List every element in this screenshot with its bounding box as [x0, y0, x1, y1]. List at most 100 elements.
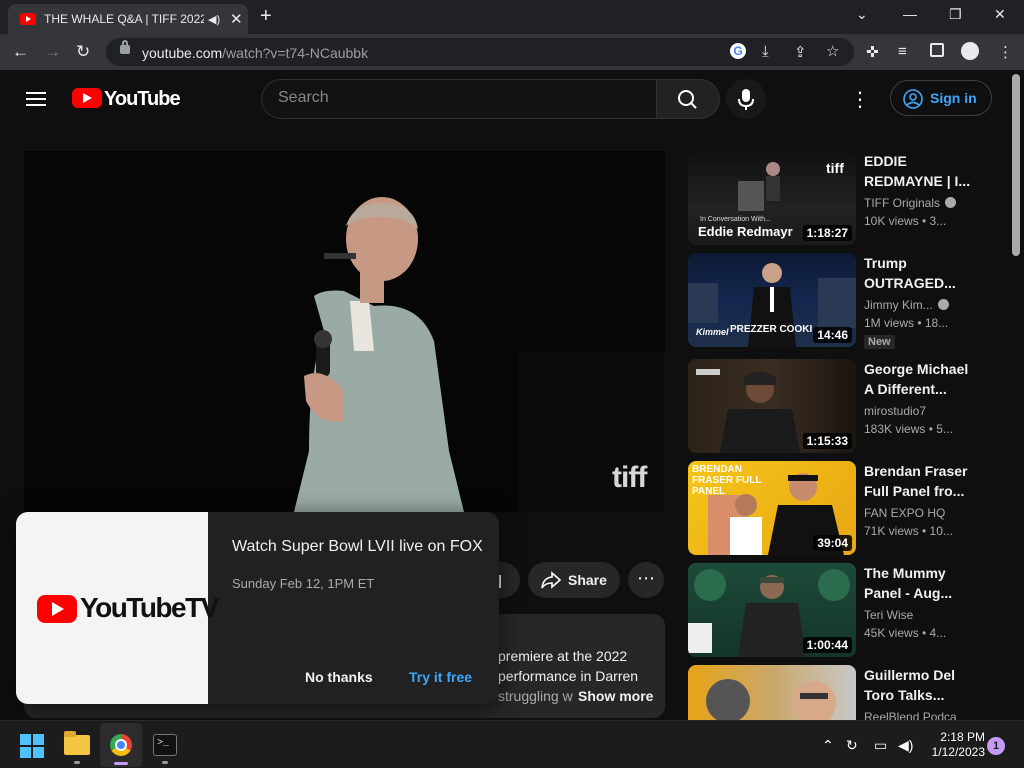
video-thumbnail[interactable]: 1:00:44 [688, 563, 856, 657]
search-input[interactable] [278, 89, 638, 107]
minimize-button[interactable]: — [903, 6, 917, 22]
sign-in-button[interactable]: Sign in [890, 80, 992, 116]
channel-name[interactable]: mirostudio7 [864, 404, 926, 418]
bookmark-star-icon[interactable]: ☆ [826, 42, 839, 60]
youtube-favicon-icon [20, 13, 36, 25]
video-thumbnail[interactable] [688, 665, 856, 720]
recommendation-item[interactable]: tiff In Conversation With... Eddie Redma… [688, 151, 1008, 245]
back-button[interactable]: ← [12, 42, 29, 62]
search-box[interactable] [261, 79, 657, 119]
media-control-icon[interactable]: ≡ [898, 43, 907, 60]
lock-icon[interactable] [120, 40, 130, 54]
channel-name-text: Jimmy Kim... [864, 298, 933, 312]
video-thumbnail[interactable]: BRENDAN FRASER FULL PANEL 39:04 [688, 461, 856, 555]
no-thanks-button[interactable]: No thanks [305, 669, 373, 685]
volume-icon[interactable]: ◀) [898, 737, 913, 754]
tab-search-icon[interactable]: ⌄ [856, 6, 868, 23]
channel-name[interactable]: Teri Wise [864, 608, 913, 622]
forward-button[interactable]: → [44, 42, 61, 62]
video-meta: 71K views • 10... [864, 524, 953, 538]
video-duration: 1:00:44 [802, 637, 852, 653]
close-window-button[interactable]: ✕ [994, 6, 1006, 23]
video-player[interactable]: tiff [24, 151, 665, 512]
video-title[interactable]: Guillermo Del Toro Talks... [864, 665, 974, 705]
video-title[interactable]: George Michael A Different... [864, 359, 974, 399]
clock[interactable]: 2:18 PM 1/12/2023 [925, 730, 985, 760]
menu-icon[interactable] [26, 92, 46, 106]
description-line-3: struggling w [498, 688, 573, 704]
try-it-free-button[interactable]: Try it free [409, 669, 472, 685]
recommendation-item[interactable]: 1:00:44 The Mummy Panel - Aug... Teri Wi… [688, 563, 1008, 657]
tiff-watermark: tiff [612, 461, 647, 494]
video-meta: 183K views • 5... [864, 422, 953, 436]
terminal-icon[interactable]: >_ [153, 734, 177, 756]
recommendation-item[interactable]: Guillermo Del Toro Talks... ReelBlend Po… [688, 665, 1008, 720]
share-button[interactable]: Share [528, 562, 620, 598]
voice-search-button[interactable] [726, 79, 766, 119]
address-bar[interactable]: youtube.com/watch?v=t74-NCaubbk G ⤓ ⇪ ☆ [106, 38, 854, 66]
video-meta: 45K views • 4... [864, 626, 947, 640]
video-duration: 39:04 [813, 535, 852, 551]
page-scrollbar[interactable] [1012, 74, 1020, 256]
tab-title: THE WHALE Q&A | TIFF 2022 [44, 12, 204, 26]
reload-button[interactable]: ↻ [76, 42, 90, 62]
video-thumbnail[interactable]: tiff In Conversation With... Eddie Redma… [688, 151, 856, 245]
youtube-tv-logo-icon [37, 595, 77, 623]
promo-subtext: Sunday Feb 12, 1PM ET [232, 576, 375, 591]
video-thumbnail[interactable]: 1:15:33 [688, 359, 856, 453]
notification-badge[interactable]: 1 [987, 737, 1005, 755]
search-button[interactable] [656, 79, 720, 119]
speaker-icon[interactable]: ◀) [208, 13, 220, 26]
svg-text:tiff: tiff [826, 160, 844, 176]
restore-button[interactable]: ❐ [949, 6, 962, 23]
running-indicator [162, 761, 168, 764]
file-explorer-icon[interactable] [64, 731, 90, 755]
video-meta: 10K views • 3... [864, 214, 947, 228]
browser-menu-icon[interactable]: ⋮ [998, 43, 1013, 61]
more-actions-button[interactable]: ⋯ [628, 562, 664, 598]
svg-text:In Conversation With...: In Conversation With... [700, 216, 771, 223]
video-title[interactable]: Brendan Fraser Full Panel fro... [864, 461, 974, 501]
google-lens-icon[interactable]: G [730, 43, 746, 59]
youtube-logo-icon[interactable] [72, 88, 102, 108]
extensions-icon[interactable]: ✜ [866, 43, 879, 61]
start-tile [20, 734, 31, 745]
chrome-taskbar-button[interactable] [100, 723, 142, 767]
browser-tab[interactable]: THE WHALE Q&A | TIFF 2022 ◀) ✕ [8, 4, 248, 34]
video-thumbnail[interactable]: Kimmel PREZZER COOKI 14:46 [688, 253, 856, 347]
settings-kebab-icon[interactable]: ⋮ [850, 87, 870, 112]
chrome-icon [110, 734, 132, 756]
url-host: youtube.com [142, 45, 223, 61]
show-more-link[interactable]: Show more [578, 688, 653, 704]
windows-start-icon[interactable] [20, 734, 44, 758]
browser-toolbar: ← → ↻ youtube.com/watch?v=t74-NCaubbk G … [0, 34, 1024, 70]
channel-name[interactable]: ReelBlend Podca [864, 710, 957, 720]
clock-date: 1/12/2023 [931, 745, 985, 759]
close-tab-icon[interactable]: ✕ [230, 10, 243, 28]
install-app-icon[interactable]: ⤓ [762, 43, 769, 60]
channel-name[interactable]: FAN EXPO HQ [864, 506, 945, 520]
url-text[interactable]: youtube.com/watch?v=t74-NCaubbk [142, 45, 368, 61]
share-arrow-icon [541, 571, 562, 589]
start-tile [20, 747, 31, 758]
show-hidden-icons-chevron-icon[interactable]: ⌃ [822, 737, 834, 754]
recommendation-item[interactable]: Kimmel PREZZER COOKI 14:46 Trump OUTRAGE… [688, 253, 1008, 349]
video-title[interactable]: The Mummy Panel - Aug... [864, 563, 974, 603]
profile-avatar-icon[interactable] [961, 42, 979, 60]
channel-name[interactable]: Jimmy Kim... [864, 298, 949, 312]
youtube-logo-text[interactable]: YouTube [104, 88, 181, 111]
channel-name[interactable]: TIFF Originals [864, 196, 957, 210]
video-title[interactable]: EDDIE REDMAYNE | I... [864, 151, 974, 191]
more-horizontal-icon: ⋯ [637, 568, 655, 588]
new-tab-button[interactable]: + [260, 5, 272, 28]
video-meta: 1M views • 18... [864, 316, 949, 330]
network-icon[interactable]: ▭ [874, 737, 887, 754]
video-title[interactable]: Trump OUTRAGED... [864, 253, 974, 293]
recommendation-item[interactable]: BRENDAN FRASER FULL PANEL 39:04 Brendan … [688, 461, 1008, 555]
side-panel-icon[interactable] [930, 43, 944, 57]
video-frame-image [24, 151, 665, 512]
share-page-icon[interactable]: ⇪ [794, 43, 807, 61]
recommendation-item[interactable]: 1:15:33 George Michael A Different... mi… [688, 359, 1008, 453]
youtube-tv-promo: YouTubeTV Watch Super Bowl LVII live on … [16, 512, 499, 704]
sync-icon[interactable]: ↻ [846, 737, 858, 754]
